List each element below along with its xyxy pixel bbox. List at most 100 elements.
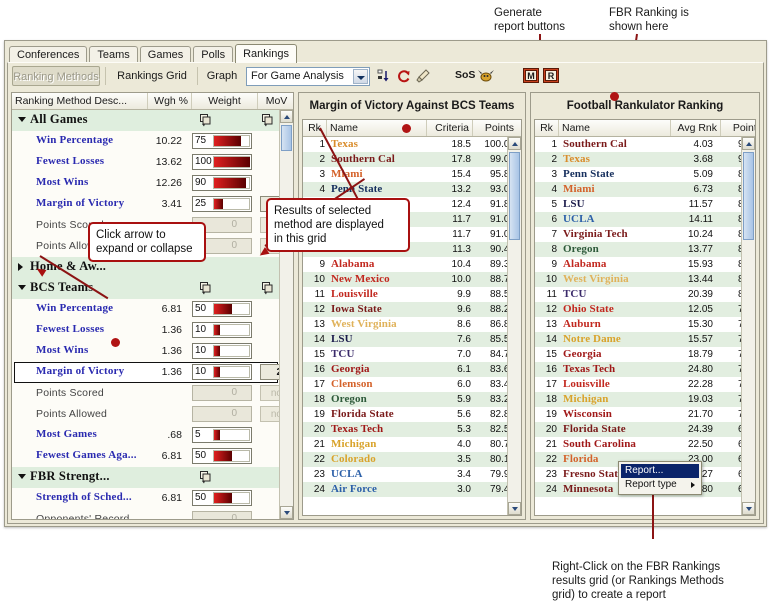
ranking-method-group-row[interactable]: BCS Teams — [12, 278, 280, 299]
mid-grid-row[interactable]: 9 Alabama 10.4 89.31 — [303, 257, 515, 272]
ranking-method-row[interactable]: Strength of Sched... 6.81 50 — [12, 488, 280, 509]
mid-grid-row[interactable]: 20 Texas Tech 5.3 82.50 — [303, 422, 515, 437]
tab-conferences[interactable]: Conferences — [9, 46, 88, 63]
fbr-grid-row[interactable]: 13Auburn15.3077.99 — [535, 317, 755, 332]
fbr-grid-row[interactable]: 2Texas3.6894.81 — [535, 152, 755, 167]
scroll-down-icon[interactable] — [280, 506, 293, 519]
generate-r-report-icon[interactable]: R — [543, 68, 559, 84]
scroll-up-icon[interactable] — [508, 137, 521, 150]
ranking-method-row[interactable]: Most Wins 12.26 90 — [12, 173, 280, 194]
rankings-grid-button[interactable]: Rankings Grid — [110, 66, 194, 86]
mid-grid-row[interactable]: 18 Oregon 5.9 83.25 — [303, 392, 515, 407]
tab-rankings[interactable]: Rankings — [235, 44, 297, 63]
weight-slider[interactable]: 50 — [192, 301, 252, 317]
right-grid-scrollbar[interactable] — [741, 137, 755, 515]
fbr-grid-row[interactable]: 15Georgia18.7974.05 — [535, 347, 755, 362]
column-header-points[interactable]: Points — [721, 120, 755, 136]
report-context-menu[interactable]: Report... Report type — [618, 461, 702, 495]
weight-slider[interactable]: 75 — [192, 133, 252, 149]
ranking-method-row[interactable]: Win Percentage 10.22 75 — [12, 131, 280, 152]
fbr-grid-row[interactable]: 19Wisconsin21.7071.38 — [535, 407, 755, 422]
context-menu-item-report-type[interactable]: Report type — [621, 478, 699, 492]
mid-grid-row[interactable]: 22 Colorado 3.5 80.13 — [303, 452, 515, 467]
weight-copy-icon[interactable] — [198, 113, 213, 127]
graph-button[interactable]: Graph — [200, 66, 244, 86]
mid-grid-row[interactable]: 23 UCLA 3.4 79.97 — [303, 467, 515, 482]
chevron-down-icon[interactable] — [353, 69, 368, 84]
mid-grid-row[interactable]: 12 Iowa State 9.6 88.25 — [303, 302, 515, 317]
column-header-desc[interactable]: Ranking Method Desc... — [12, 93, 148, 109]
ranking-methods-button[interactable]: Ranking Methods — [12, 66, 100, 86]
ranking-method-row[interactable]: Opponents' Record 0 — [12, 509, 280, 519]
ranking-method-row[interactable]: Win Percentage 6.81 50 — [12, 299, 280, 320]
mid-grid-row[interactable]: 3 Miami 15.4 95.86 — [303, 167, 515, 182]
weight-slider[interactable]: 10 — [192, 343, 252, 359]
mid-grid-row[interactable]: 14 LSU 7.6 85.53 — [303, 332, 515, 347]
fbr-grid-row[interactable]: 18Michigan19.0371.49 — [535, 392, 755, 407]
scroll-down-icon[interactable] — [508, 502, 521, 515]
scroll-up-icon[interactable] — [280, 110, 293, 123]
column-header-avgrnk[interactable]: Avg Rnk — [671, 120, 721, 136]
fbr-grid-row[interactable]: 8Oregon13.7781.75 — [535, 242, 755, 257]
sort-icon[interactable] — [377, 68, 393, 84]
weight-slider[interactable]: 0 — [192, 385, 252, 401]
tab-polls[interactable]: Polls — [193, 46, 234, 63]
ranking-method-row[interactable]: Margin of Victory3.412521 — [12, 194, 293, 215]
ranking-method-row[interactable]: Points Allowed0none — [12, 404, 293, 425]
scroll-up-icon[interactable] — [742, 137, 755, 150]
mid-grid-row[interactable]: 19 Florida State 5.6 82.86 — [303, 407, 515, 422]
weight-slider[interactable]: 5 — [192, 427, 252, 443]
column-header-name[interactable]: Name — [559, 120, 671, 136]
chevron-right-icon[interactable] — [18, 263, 23, 271]
scroll-thumb[interactable] — [743, 152, 754, 240]
ranking-methods-grid[interactable]: Ranking Method Desc... Wgh % Weight MoV … — [12, 93, 293, 519]
mov-copy-icon[interactable] — [260, 113, 275, 127]
ranking-method-group-row[interactable]: All Games — [12, 110, 280, 131]
mid-grid-row[interactable]: 15 TCU 7.0 84.77 — [303, 347, 515, 362]
scroll-thumb[interactable] — [281, 125, 292, 151]
analysis-mode-select[interactable]: For Game Analysis — [246, 67, 370, 86]
fbr-grid-row[interactable]: 4Miami6.7386.42 — [535, 182, 755, 197]
column-header-weight[interactable]: Weight — [192, 93, 258, 109]
refresh-icon[interactable] — [396, 68, 412, 84]
scroll-down-icon[interactable] — [742, 502, 755, 515]
fbr-grid-row[interactable]: 9Alabama15.9381.51 — [535, 257, 755, 272]
column-header-name[interactable]: Name — [327, 120, 427, 136]
weight-slider[interactable]: 50 — [192, 448, 252, 464]
chevron-down-icon[interactable] — [18, 117, 26, 122]
ranking-method-row[interactable]: Most Wins 1.36 10 — [12, 341, 280, 362]
fbr-grid-row[interactable]: 7Virginia Tech10.2481.91 — [535, 227, 755, 242]
fbr-grid-row[interactable]: 11TCU20.3980.12 — [535, 287, 755, 302]
mid-grid-row[interactable]: 24 Air Force 3.0 79.47 — [303, 482, 515, 497]
fbr-grid-row[interactable]: 10West Virginia13.4480.75 — [535, 272, 755, 287]
chevron-down-icon[interactable] — [18, 285, 26, 290]
fbr-grid-row[interactable]: 12Ohio State12.0578.74 — [535, 302, 755, 317]
ranking-method-row[interactable]: Fewest Losses 1.36 10 — [12, 320, 280, 341]
ranking-method-row[interactable]: Fewest Games Aga... 6.81 50 — [12, 446, 280, 467]
weight-slider[interactable]: 50 — [192, 490, 252, 506]
mid-grid-row[interactable]: 10 New Mexico 10.0 88.74 — [303, 272, 515, 287]
tab-games[interactable]: Games — [139, 46, 192, 63]
ranking-method-row[interactable]: Most Games .68 5 — [12, 425, 280, 446]
method-results-grid[interactable]: Rk Name Criteria Points 1 Texas 18.5 100.00… — [302, 119, 522, 516]
column-header-rk[interactable]: Rk — [535, 120, 559, 136]
weight-slider[interactable]: 100 — [192, 154, 252, 170]
fbr-grid-row[interactable]: 6UCLA14.1182.26 — [535, 212, 755, 227]
fbr-ranking-grid[interactable]: Rk Name Avg Rnk Points 1 Southern Cal 4.03… — [534, 119, 756, 516]
ranking-method-row[interactable]: Fewest Losses 13.62 100 — [12, 152, 280, 173]
tab-teams[interactable]: Teams — [89, 46, 138, 63]
column-header-points[interactable]: Points — [473, 120, 517, 136]
weight-slider[interactable]: 0 — [192, 406, 252, 422]
weight-slider[interactable]: 90 — [192, 175, 252, 191]
fbr-grid-row[interactable]: 5LSU11.5783.57 — [535, 197, 755, 212]
weight-slider[interactable]: 10 — [192, 364, 252, 380]
fbr-grid-row[interactable]: 17Louisville22.2872.66 — [535, 377, 755, 392]
mid-grid-row[interactable]: 11 Louisville 9.9 88.58 — [303, 287, 515, 302]
fbr-grid-row[interactable]: 14Notre Dame15.5775.49 — [535, 332, 755, 347]
mid-grid-row[interactable]: 16 Georgia 6.1 83.63 — [303, 362, 515, 377]
scroll-thumb[interactable] — [509, 152, 520, 240]
weight-slider[interactable]: 10 — [192, 322, 252, 338]
mid-grid-row[interactable]: 4 Penn State 13.2 93.01 — [303, 182, 515, 197]
mid-grid-scrollbar[interactable] — [507, 137, 521, 515]
mid-grid-row[interactable]: 1 Texas 18.5 100.00 — [303, 137, 515, 152]
